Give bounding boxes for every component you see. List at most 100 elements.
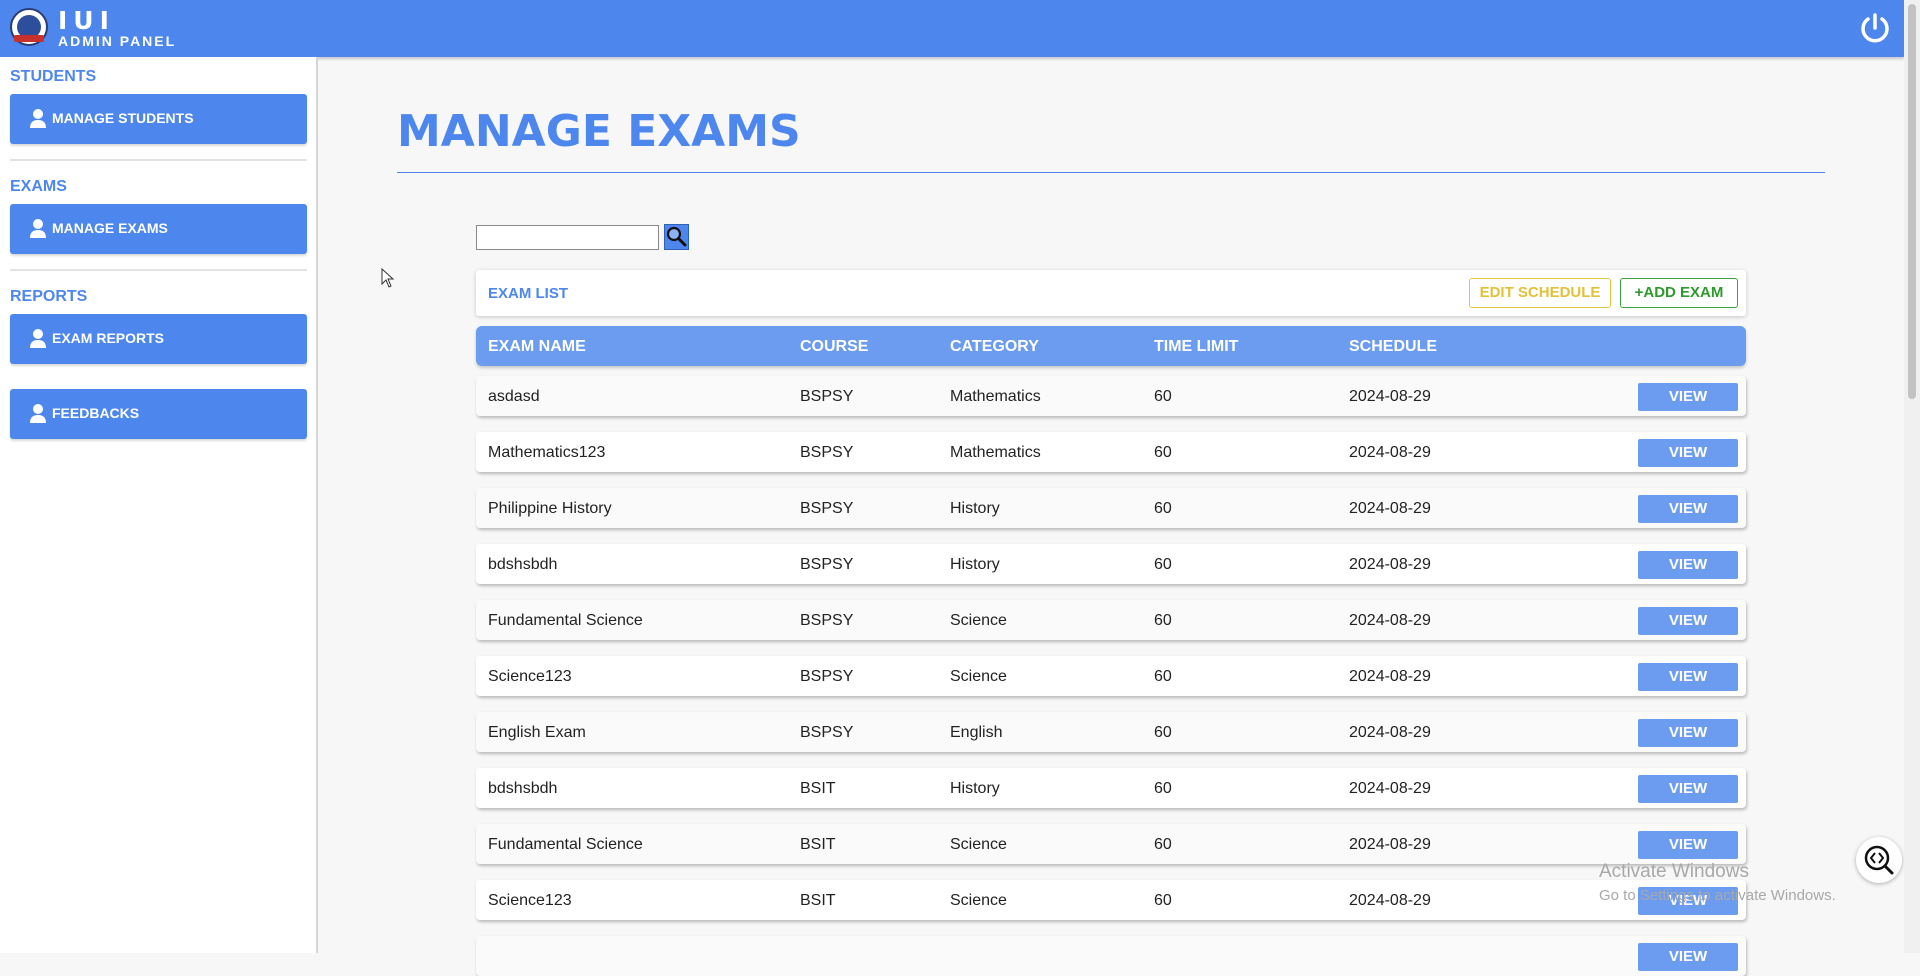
watermark-line-1: Activate Windows — [1599, 861, 1749, 882]
power-icon[interactable] — [1858, 12, 1892, 46]
title-divider — [397, 172, 1825, 173]
cell-course: BSPSY — [800, 388, 854, 405]
cell-schedule: 2024-08-29 — [1349, 836, 1431, 853]
view-button[interactable]: VIEW — [1638, 607, 1738, 635]
logo — [10, 8, 48, 46]
cell-exam-name: English Exam — [488, 724, 586, 741]
cell-course: BSPSY — [800, 668, 854, 685]
cell-category: English — [950, 724, 1003, 741]
manage-students-label: MANAGE STUDENTS — [52, 110, 194, 126]
activation-watermark: Activate Windows Go to Settings to activ… — [1599, 861, 1836, 904]
mouse-cursor-icon — [381, 268, 395, 288]
cell-schedule: 2024-08-29 — [1349, 388, 1431, 405]
cell-time-limit: 60 — [1154, 556, 1172, 573]
cell-time-limit: 60 — [1154, 668, 1172, 685]
cell-course: BSPSY — [800, 724, 854, 741]
table-row: asdasd BSPSY Mathematics 60 2024-08-29 V… — [476, 376, 1746, 416]
page-title: MANAGE EXAMS — [397, 106, 801, 157]
scrollbar-thumb[interactable] — [1908, 4, 1916, 399]
table-row: Science123 BSPSY Science 60 2024-08-29 V… — [476, 656, 1746, 696]
cell-category: History — [950, 500, 1000, 517]
cell-time-limit: 60 — [1154, 444, 1172, 461]
cell-time-limit: 60 — [1154, 612, 1172, 629]
sidebar: STUDENTS MANAGE STUDENTS EXAMS MANAGE EX… — [0, 57, 318, 953]
cell-schedule: 2024-08-29 — [1349, 444, 1431, 461]
manage-exams-button[interactable]: MANAGE EXAMS — [10, 204, 307, 254]
add-exam-button[interactable]: +ADD EXAM — [1620, 278, 1738, 308]
cell-exam-name: Fundamental Science — [488, 836, 643, 853]
table-row: Science123 BSIT Science 60 2024-08-29 VI… — [476, 880, 1746, 920]
user-icon — [30, 404, 46, 423]
cell-schedule: 2024-08-29 — [1349, 612, 1431, 629]
column-header-schedule: SCHEDULE — [1349, 338, 1438, 355]
cell-exam-name: Philippine History — [488, 500, 612, 517]
view-button[interactable]: VIEW — [1638, 719, 1738, 747]
table-header: EXAM NAME COURSE CATEGORY TIME LIMIT SCH… — [476, 326, 1746, 366]
cell-schedule: 2024-08-29 — [1349, 892, 1431, 909]
column-header-category: CATEGORY — [950, 338, 1039, 355]
view-button[interactable]: VIEW — [1638, 439, 1738, 467]
manage-exams-label: MANAGE EXAMS — [52, 220, 168, 236]
vertical-scrollbar[interactable] — [1904, 0, 1920, 953]
user-icon — [30, 219, 46, 238]
cell-category: Science — [950, 668, 1007, 685]
cell-category: History — [950, 556, 1000, 573]
table-row: Philippine History BSPSY History 60 2024… — [476, 488, 1746, 528]
user-icon — [30, 109, 46, 128]
cell-course: BSPSY — [800, 500, 854, 517]
view-button[interactable]: VIEW — [1638, 775, 1738, 803]
feedbacks-button[interactable]: FEEDBACKS — [10, 389, 307, 439]
table-row: bdshsbdh BSPSY History 60 2024-08-29 VIE… — [476, 544, 1746, 584]
view-button[interactable]: VIEW — [1638, 495, 1738, 523]
view-button[interactable]: VIEW — [1638, 831, 1738, 859]
edit-schedule-button[interactable]: EDIT SCHEDULE — [1469, 278, 1611, 308]
search-button[interactable] — [664, 224, 689, 250]
cell-course: BSPSY — [800, 556, 854, 573]
exam-list-header: EXAM LIST EDIT SCHEDULE +ADD EXAM — [476, 270, 1746, 316]
view-button[interactable]: VIEW — [1638, 663, 1738, 691]
cell-category: Science — [950, 612, 1007, 629]
column-header-course: COURSE — [800, 338, 869, 355]
cell-category: Science — [950, 836, 1007, 853]
cell-schedule: 2024-08-29 — [1349, 724, 1431, 741]
view-button[interactable]: VIEW — [1638, 383, 1738, 411]
exam-reports-label: EXAM REPORTS — [52, 330, 165, 346]
table-row: bdshsbdh BSIT History 60 2024-08-29 VIEW — [476, 768, 1746, 808]
cell-exam-name: bdshsbdh — [488, 780, 558, 797]
search-input[interactable] — [476, 225, 659, 250]
column-header-time-limit: TIME LIMIT — [1154, 338, 1239, 355]
cell-schedule: 2024-08-29 — [1349, 556, 1431, 573]
view-button[interactable]: VIEW — [1638, 551, 1738, 579]
cell-exam-name: Mathematics123 — [488, 444, 606, 461]
cell-exam-name: bdshsbdh — [488, 556, 558, 573]
cell-course: BSPSY — [800, 444, 854, 461]
cell-time-limit: 60 — [1154, 500, 1172, 517]
zoom-code-icon — [1864, 845, 1894, 875]
brand-title: IUI — [58, 6, 115, 35]
column-header-exam-name: EXAM NAME — [488, 338, 586, 355]
cell-course: BSIT — [800, 836, 836, 853]
table-row: VIEW — [476, 936, 1746, 976]
cell-category: Mathematics — [950, 444, 1041, 461]
cell-category: History — [950, 780, 1000, 797]
view-button[interactable]: VIEW — [1638, 943, 1738, 971]
cell-course: BSPSY — [800, 612, 854, 629]
table-row: Mathematics123 BSPSY Mathematics 60 2024… — [476, 432, 1746, 472]
table-row: Fundamental Science BSIT Science 60 2024… — [476, 824, 1746, 864]
divider — [10, 159, 307, 161]
cell-exam-name: Fundamental Science — [488, 612, 643, 629]
cell-schedule: 2024-08-29 — [1349, 780, 1431, 797]
watermark-line-2: Go to Settings to activate Windows. — [1599, 887, 1836, 904]
sidebar-heading-exams: EXAMS — [10, 178, 67, 195]
cell-exam-name: asdasd — [488, 388, 540, 405]
cell-schedule: 2024-08-29 — [1349, 500, 1431, 517]
exam-reports-button[interactable]: EXAM REPORTS — [10, 314, 307, 364]
cell-time-limit: 60 — [1154, 836, 1172, 853]
feedbacks-label: FEEDBACKS — [52, 405, 140, 421]
manage-students-button[interactable]: MANAGE STUDENTS — [10, 94, 307, 144]
magnifier-icon — [666, 226, 687, 247]
cell-time-limit: 60 — [1154, 892, 1172, 909]
floating-action-button[interactable] — [1856, 837, 1902, 883]
cell-time-limit: 60 — [1154, 780, 1172, 797]
sidebar-heading-reports: REPORTS — [10, 288, 88, 305]
